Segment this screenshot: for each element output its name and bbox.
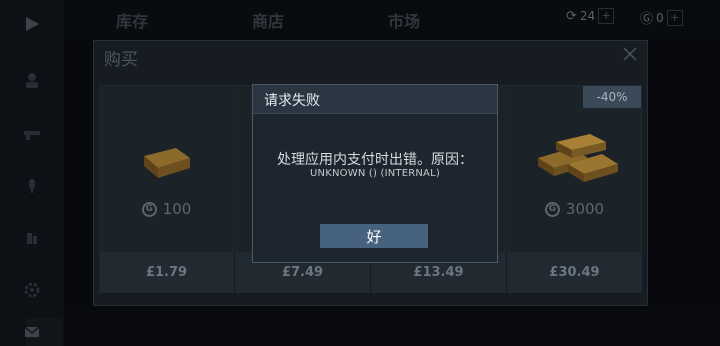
error-dialog: 请求失败 处理应用内支付时出错。原因： UNKNOWN () (INTERNAL… bbox=[252, 84, 498, 263]
ok-button[interactable]: 好 bbox=[320, 224, 428, 248]
purchase-title: 购买 bbox=[104, 50, 138, 70]
discount-badge: -40% bbox=[583, 86, 641, 108]
card-amount: G 100 bbox=[100, 200, 233, 218]
dialog-title: 请求失败 bbox=[264, 93, 320, 109]
gold-pack-card[interactable]: -40% G 3000 £30.49 bbox=[507, 85, 642, 293]
amount-label: 3000 bbox=[565, 200, 605, 218]
error-detail: UNKNOWN () (INTERNAL) bbox=[310, 168, 440, 179]
price-button[interactable]: £30.49 bbox=[508, 252, 641, 292]
card-amount: G 3000 bbox=[508, 200, 641, 218]
gold-bar-icon bbox=[144, 148, 190, 178]
gold-stack-icon bbox=[538, 134, 618, 182]
amount-label: 100 bbox=[162, 200, 192, 218]
dialog-header: 请求失败 bbox=[253, 85, 497, 114]
gold-coin-icon: G bbox=[141, 201, 157, 217]
gold-pack-card[interactable]: G 100 £1.79 bbox=[99, 85, 234, 293]
price-button[interactable]: £1.79 bbox=[100, 252, 233, 292]
gold-coin-icon: G bbox=[544, 201, 560, 217]
error-message: 处理应用内支付时出错。原因： bbox=[277, 152, 473, 168]
close-icon[interactable] bbox=[621, 45, 639, 63]
